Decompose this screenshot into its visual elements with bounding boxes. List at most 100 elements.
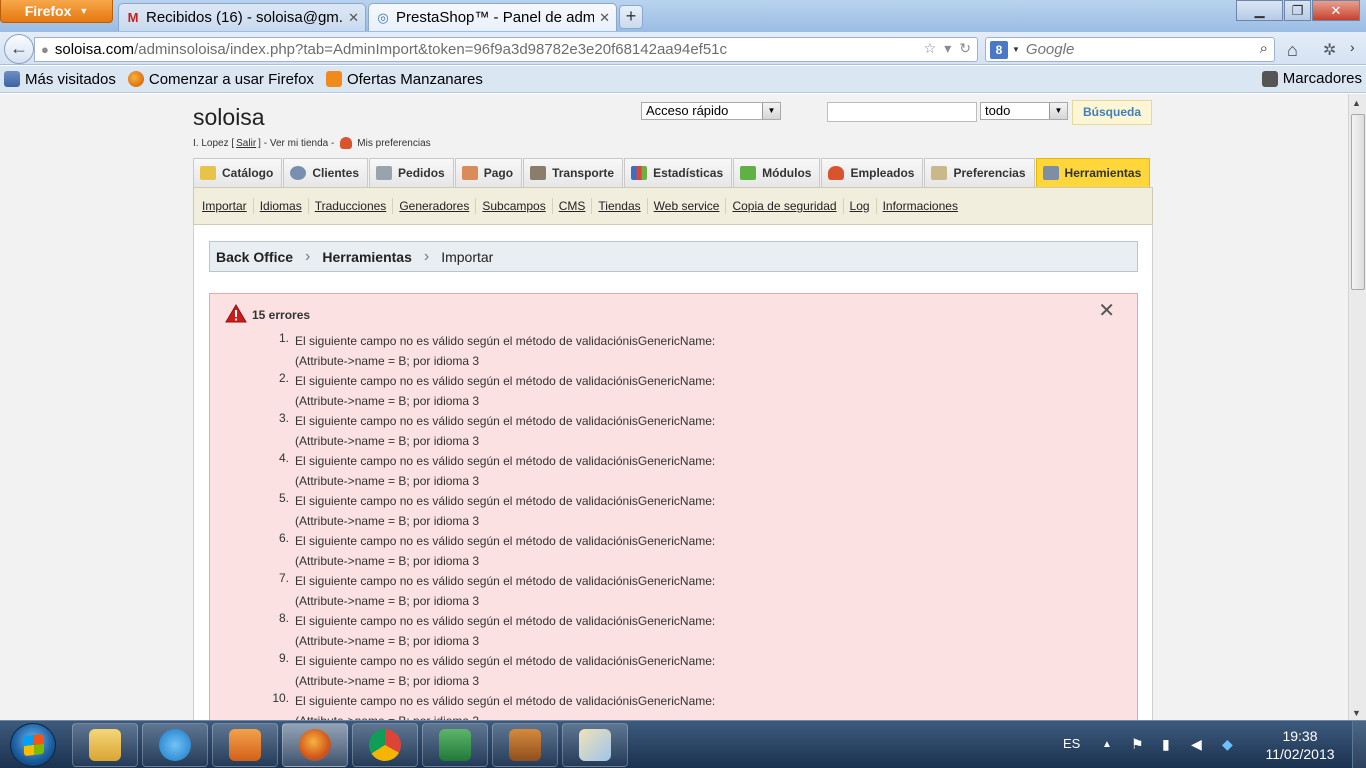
bookmark-getting-started[interactable]: Comenzar a usar Firefox	[127, 71, 314, 88]
tab-customers[interactable]: Clientes	[283, 158, 369, 187]
error-line: El siguiente campo no es válido según el…	[295, 494, 716, 508]
tab-employees[interactable]: Empleados	[821, 158, 924, 187]
taskbar-app-media[interactable]	[212, 723, 278, 767]
admin-search-input[interactable]	[827, 102, 977, 122]
subtabs: Importar Idiomas Traducciones Generadore…	[193, 187, 1153, 225]
taskbar-app-paint[interactable]	[562, 723, 628, 767]
maximize-button[interactable]: ❐	[1284, 0, 1311, 21]
taskbar-app-explorer[interactable]	[72, 723, 138, 767]
close-tab-icon[interactable]: ✕	[599, 10, 610, 26]
shop-name: soloisa	[193, 104, 265, 130]
scrollbar-thumb[interactable]	[1351, 114, 1365, 290]
scroll-up-icon[interactable]: ▲	[1352, 98, 1361, 108]
tab-label: Pago	[483, 166, 514, 180]
new-tab-button[interactable]: +	[619, 5, 643, 29]
error-number: 10.	[272, 691, 289, 705]
start-button[interactable]	[10, 723, 56, 767]
show-hidden-icons-icon[interactable]: ▲	[1102, 739, 1112, 750]
tab-modules[interactable]: Módulos	[733, 158, 821, 187]
tab-prestashop[interactable]: ◎ PrestaShop™ - Panel de admi... ✕	[368, 3, 617, 31]
search-icon[interactable]: ⌕	[1260, 40, 1268, 57]
windows-explorer-icon	[89, 729, 121, 761]
network-icon[interactable]: ▮	[1162, 736, 1170, 753]
subtab-log[interactable]: Log	[844, 198, 877, 214]
taskbar: ES ▲ ⚑ ▮ ◀ ◆ 19:38 11/02/2013	[0, 720, 1366, 768]
tab-stats[interactable]: Estadísticas	[624, 158, 733, 187]
logout-link[interactable]: Salir	[236, 138, 256, 149]
back-button[interactable]: ←	[4, 34, 34, 64]
scroll-down-icon[interactable]: ▼	[1352, 708, 1361, 718]
breadcrumb-item[interactable]: Herramientas	[322, 249, 412, 265]
chevron-down-icon[interactable]: ▼	[762, 103, 780, 119]
subtab-backup[interactable]: Copia de seguridad	[726, 198, 844, 214]
tab-tools[interactable]: Herramientas	[1035, 158, 1151, 187]
chevron-down-icon[interactable]: ▼	[1049, 103, 1067, 119]
error-text: El siguiente campo no es válido según el…	[295, 411, 715, 451]
clock[interactable]: 19:38 11/02/2013	[1262, 727, 1338, 763]
url-path: /adminsoloisa/index.php?tab=AdminImport&…	[134, 41, 728, 58]
tab-catalog[interactable]: Catálogo	[193, 158, 283, 187]
view-shop-link[interactable]: ] - Ver mi tienda -	[258, 138, 334, 149]
subtab-generators[interactable]: Generadores	[393, 198, 477, 214]
tab-shipping[interactable]: Transporte	[523, 158, 624, 187]
web-search-input[interactable]	[1025, 41, 1246, 58]
tab-label: Módulos	[762, 166, 812, 180]
bookmark-label: Ofertas Manzanares	[346, 70, 483, 88]
web-page: soloisa Acceso rápido ▼ todo ▼ Búsqueda …	[0, 94, 1348, 720]
subtab-translations[interactable]: Traducciones	[309, 198, 394, 214]
language-indicator[interactable]: ES	[1063, 736, 1080, 751]
chevron-right-icon[interactable]: ›	[1350, 39, 1355, 55]
error-line: El siguiente campo no es válido según el…	[295, 374, 716, 388]
search-scope-select[interactable]: todo ▼	[980, 102, 1068, 120]
tab-gmail[interactable]: M Recibidos (16) - soloisa@gm... ✕	[118, 3, 366, 31]
error-line: El siguiente campo no es válido según el…	[295, 694, 716, 708]
close-icon[interactable]: ✕	[1098, 298, 1115, 323]
subtab-stores[interactable]: Tiendas	[592, 198, 648, 214]
warning-icon	[225, 304, 247, 323]
bookmarks-menu-button[interactable]: Marcadores	[1261, 70, 1362, 87]
my-preferences-link[interactable]: Mis preferencias	[357, 138, 430, 149]
tab-preferences[interactable]: Preferencias	[924, 158, 1035, 187]
addon-icon[interactable]: ✲	[1323, 40, 1336, 60]
subtab-cms[interactable]: CMS	[553, 198, 593, 214]
bookmark-offers[interactable]: Ofertas Manzanares	[325, 70, 483, 88]
subtab-languages[interactable]: Idiomas	[254, 198, 309, 214]
taskbar-app-chrome[interactable]	[352, 723, 418, 767]
breadcrumb-item[interactable]: Back Office	[216, 249, 293, 265]
url-bar[interactable]: ● soloisa.com/adminsoloisa/index.php?tab…	[34, 37, 978, 62]
dropdown-arrow-icon[interactable]: ▾	[944, 40, 951, 57]
flag-icon[interactable]: ⚑	[1131, 736, 1144, 753]
taskbar-app-excel[interactable]	[422, 723, 488, 767]
error-line: El siguiente campo no es válido según el…	[295, 614, 716, 628]
bookmark-star-icon[interactable]: ☆	[924, 40, 937, 57]
subtab-information[interactable]: Informaciones	[877, 198, 964, 214]
search-bar[interactable]: 8 ▼ ⌕	[985, 37, 1275, 62]
dropbox-icon[interactable]: ◆	[1222, 736, 1233, 753]
error-title: 15 errores	[252, 308, 311, 322]
volume-icon[interactable]: ◀	[1191, 736, 1202, 753]
subtab-import[interactable]: Importar	[196, 198, 254, 214]
bookmark-most-visited[interactable]: Más visitados	[4, 71, 116, 88]
taskbar-app-film[interactable]	[492, 723, 558, 767]
taskbar-app-firefox[interactable]	[282, 723, 348, 767]
home-icon[interactable]: ⌂	[1287, 40, 1298, 61]
close-tab-icon[interactable]: ✕	[348, 10, 359, 26]
firefox-menu-label: Firefox	[24, 3, 72, 19]
admin-search-button[interactable]: Búsqueda	[1072, 100, 1152, 125]
subtab-webservice[interactable]: Web service	[648, 198, 727, 214]
window-close-button[interactable]: ✕	[1312, 0, 1360, 21]
tab-orders[interactable]: Pedidos	[369, 158, 454, 187]
tab-payment[interactable]: Pago	[454, 158, 523, 187]
quick-access-select[interactable]: Acceso rápido ▼	[641, 102, 781, 120]
error-number: 5.	[278, 491, 289, 505]
reload-icon[interactable]: ↻	[959, 40, 971, 57]
minimize-button[interactable]: ▁	[1236, 0, 1283, 21]
page-scrollbar[interactable]: ▲ ▼	[1348, 94, 1366, 720]
folder-icon	[200, 166, 216, 180]
error-line: (Attribute->name = B; por idioma 3	[295, 634, 480, 648]
show-desktop-button[interactable]	[1352, 721, 1366, 768]
chevron-down-icon[interactable]: ▼	[1012, 45, 1020, 54]
taskbar-app-ie[interactable]	[142, 723, 208, 767]
firefox-menu-button[interactable]: Firefox ▼	[0, 0, 113, 23]
subtab-subdomains[interactable]: Subcampos	[476, 198, 553, 214]
